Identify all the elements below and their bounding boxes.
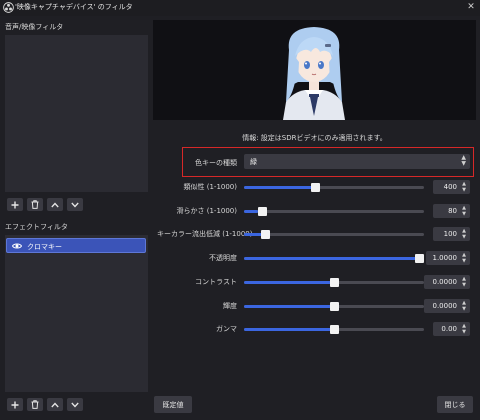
move-effect-filter-down-button[interactable] bbox=[67, 398, 83, 411]
slider-value: 0.00 bbox=[441, 325, 457, 333]
remove-effect-filter-button[interactable] bbox=[27, 398, 43, 411]
chevron-up-icon bbox=[51, 402, 59, 407]
close-window-icon[interactable]: ✕ bbox=[464, 1, 478, 14]
slider-handle[interactable] bbox=[330, 325, 339, 334]
avatar-preview-image bbox=[283, 27, 345, 120]
slider-handle[interactable] bbox=[330, 302, 339, 311]
slider-track[interactable] bbox=[244, 278, 424, 287]
plus-icon bbox=[11, 401, 19, 408]
slider-value: 0.0000 bbox=[432, 302, 458, 310]
spin-updown-icon[interactable]: ▲ ▼ bbox=[460, 300, 468, 312]
audio-filters-label: 音声/映像フィルタ bbox=[5, 23, 64, 31]
obs-logo-icon bbox=[3, 2, 14, 13]
key-color-type-select[interactable]: 緑 ▲ ▼ bbox=[244, 154, 470, 169]
slider-fill bbox=[244, 186, 314, 189]
slider-fill bbox=[244, 233, 262, 236]
slider-value-spinbox[interactable]: 400 ▲ ▼ bbox=[433, 180, 470, 194]
slider-track[interactable] bbox=[244, 325, 424, 334]
spin-updown-icon[interactable]: ▲ ▼ bbox=[460, 252, 468, 264]
slider-track[interactable] bbox=[244, 254, 424, 263]
slider-value-spinbox[interactable]: 0.00 ▲ ▼ bbox=[433, 322, 470, 336]
slider-fill bbox=[244, 257, 424, 260]
window-title: '映像キャプチャデバイス' のフィルタ bbox=[15, 3, 133, 11]
filter-preview bbox=[153, 20, 476, 120]
spin-updown-icon[interactable]: ▲ ▼ bbox=[460, 205, 468, 217]
slider-fill bbox=[244, 210, 258, 213]
key-color-type-value: 緑 bbox=[250, 158, 257, 166]
slider-label: ガンマ bbox=[216, 325, 237, 333]
slider-label: コントラスト bbox=[195, 278, 237, 286]
slider-value-spinbox[interactable]: 0.0000 ▲ ▼ bbox=[424, 275, 470, 289]
slider-label: 輝度 bbox=[223, 302, 237, 310]
slider-value-spinbox[interactable]: 100 ▲ ▼ bbox=[433, 227, 470, 241]
slider-fill bbox=[244, 328, 334, 331]
slider-value: 80 bbox=[448, 207, 457, 215]
defaults-button[interactable]: 既定値 bbox=[154, 396, 192, 413]
slider-track[interactable] bbox=[244, 230, 424, 239]
slider-handle[interactable] bbox=[261, 230, 270, 239]
slider-handle[interactable] bbox=[415, 254, 424, 263]
plus-icon bbox=[11, 201, 19, 208]
remove-audio-filter-button[interactable] bbox=[27, 198, 43, 211]
spin-updown-icon[interactable]: ▲ ▼ bbox=[460, 323, 468, 335]
slider-handle[interactable] bbox=[330, 278, 339, 287]
chevron-up-icon bbox=[51, 202, 59, 207]
slider-handle[interactable] bbox=[258, 207, 267, 216]
key-color-type-label: 色キーの種類 bbox=[195, 159, 237, 167]
slider-value: 100 bbox=[443, 230, 457, 238]
slider-fill bbox=[244, 281, 334, 284]
slider-value: 1.0000 bbox=[432, 254, 458, 262]
slider-value-spinbox[interactable]: 1.0000 ▲ ▼ bbox=[426, 251, 470, 265]
slider-value: 0.0000 bbox=[432, 278, 458, 286]
spin-updown-icon[interactable]: ▲ ▼ bbox=[460, 181, 468, 193]
effect-filter-name: クロマキー bbox=[27, 243, 62, 251]
select-updown-icon: ▲ ▼ bbox=[461, 154, 466, 167]
slider-label: 滑らかさ (1-1000) bbox=[176, 207, 237, 215]
move-audio-filter-up-button[interactable] bbox=[47, 198, 63, 211]
chevron-down-icon bbox=[71, 202, 79, 207]
slider-value-spinbox[interactable]: 0.0000 ▲ ▼ bbox=[424, 299, 470, 313]
slider-label: 類似性 (1-1000) bbox=[183, 183, 237, 191]
effect-filters-list[interactable] bbox=[5, 235, 148, 392]
slider-fill bbox=[244, 305, 334, 308]
add-effect-filter-button[interactable] bbox=[7, 398, 23, 411]
slider-handle[interactable] bbox=[311, 183, 320, 192]
audio-filters-list[interactable] bbox=[5, 35, 148, 192]
slider-track[interactable] bbox=[244, 207, 424, 216]
move-effect-filter-up-button[interactable] bbox=[47, 398, 63, 411]
spin-updown-icon[interactable]: ▲ ▼ bbox=[460, 228, 468, 240]
slider-value: 400 bbox=[443, 183, 457, 191]
spin-updown-icon[interactable]: ▲ ▼ bbox=[460, 276, 468, 288]
slider-track[interactable] bbox=[244, 183, 424, 192]
move-audio-filter-down-button[interactable] bbox=[67, 198, 83, 211]
trash-icon bbox=[31, 200, 39, 209]
close-button[interactable]: 閉じる bbox=[437, 396, 473, 413]
add-audio-filter-button[interactable] bbox=[7, 198, 23, 211]
title-bar: '映像キャプチャデバイス' のフィルタ ✕ bbox=[0, 0, 480, 16]
effect-filters-label: エフェクトフィルタ bbox=[5, 223, 68, 231]
slider-value-spinbox[interactable]: 80 ▲ ▼ bbox=[433, 204, 470, 218]
eye-icon[interactable] bbox=[12, 242, 22, 250]
slider-track[interactable] bbox=[244, 302, 424, 311]
slider-label: キーカラー流出低減 (1-1000) bbox=[157, 230, 253, 238]
info-text: 情報: 設定はSDRビデオにのみ適用されます。 bbox=[242, 134, 387, 142]
slider-label: 不透明度 bbox=[209, 254, 237, 262]
effect-filter-item-chroma-key[interactable]: クロマキー bbox=[6, 238, 146, 253]
chevron-down-icon bbox=[71, 402, 79, 407]
trash-icon bbox=[31, 400, 39, 409]
